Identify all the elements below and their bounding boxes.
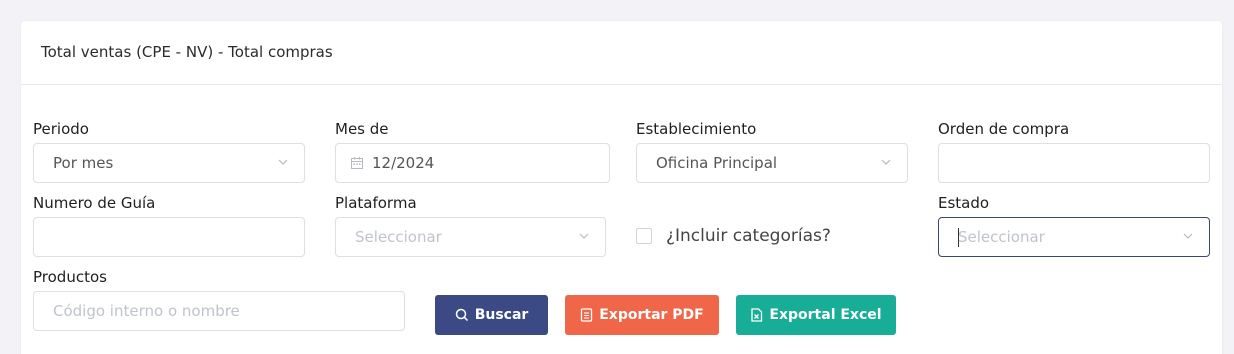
establecimiento-value: Oficina Principal: [656, 154, 778, 172]
search-icon: [455, 308, 468, 322]
estado-select[interactable]: Seleccionar: [938, 217, 1210, 257]
periodo-select[interactable]: Por mes: [33, 143, 305, 183]
chevron-down-icon: [1183, 233, 1193, 239]
orden-compra-input[interactable]: [938, 143, 1210, 183]
chevron-down-icon: [579, 233, 589, 239]
incluir-categorias-checkbox[interactable]: ¿Incluir categorías?: [636, 226, 831, 246]
estado-placeholder: Seleccionar: [958, 228, 1045, 246]
numero-guia-label: Numero de Guía: [33, 194, 156, 212]
periodo-value: Por mes: [53, 154, 114, 172]
mes-de-label: Mes de: [335, 120, 389, 138]
card-title: Total ventas (CPE - NV) - Total compras: [21, 21, 1222, 85]
buscar-button[interactable]: Buscar: [435, 295, 548, 335]
text-cursor: [958, 228, 959, 247]
orden-compra-label: Orden de compra: [938, 120, 1070, 138]
buscar-label: Buscar: [474, 307, 529, 323]
exportar-excel-button[interactable]: Exportal Excel: [736, 295, 896, 335]
productos-input[interactable]: Código interno o nombre: [33, 291, 405, 331]
excel-file-icon: [751, 308, 763, 322]
exportar-pdf-label: Exportar PDF: [599, 307, 704, 323]
calendar-icon: [351, 157, 363, 169]
periodo-label: Periodo: [33, 120, 89, 138]
checkbox-box[interactable]: [636, 228, 652, 244]
productos-label: Productos: [33, 268, 107, 286]
estado-label: Estado: [938, 194, 990, 212]
document-icon: [581, 308, 593, 322]
mes-de-datepicker[interactable]: 12/2024: [335, 143, 610, 183]
numero-guia-input[interactable]: [33, 217, 305, 257]
plataforma-label: Plataforma: [335, 194, 417, 212]
establecimiento-label: Establecimiento: [636, 120, 757, 138]
incluir-categorias-label: ¿Incluir categorías?: [666, 226, 831, 246]
productos-placeholder: Código interno o nombre: [53, 302, 240, 320]
establecimiento-select[interactable]: Oficina Principal: [636, 143, 908, 183]
chevron-down-icon: [881, 159, 891, 165]
chevron-down-icon: [278, 159, 288, 165]
report-card: Total ventas (CPE - NV) - Total compras …: [21, 21, 1222, 354]
mes-de-value: 12/2024: [372, 154, 435, 172]
plataforma-placeholder: Seleccionar: [355, 228, 442, 246]
exportar-pdf-button[interactable]: Exportar PDF: [565, 295, 719, 335]
plataforma-select[interactable]: Seleccionar: [335, 217, 606, 257]
exportar-excel-label: Exportal Excel: [769, 307, 882, 323]
